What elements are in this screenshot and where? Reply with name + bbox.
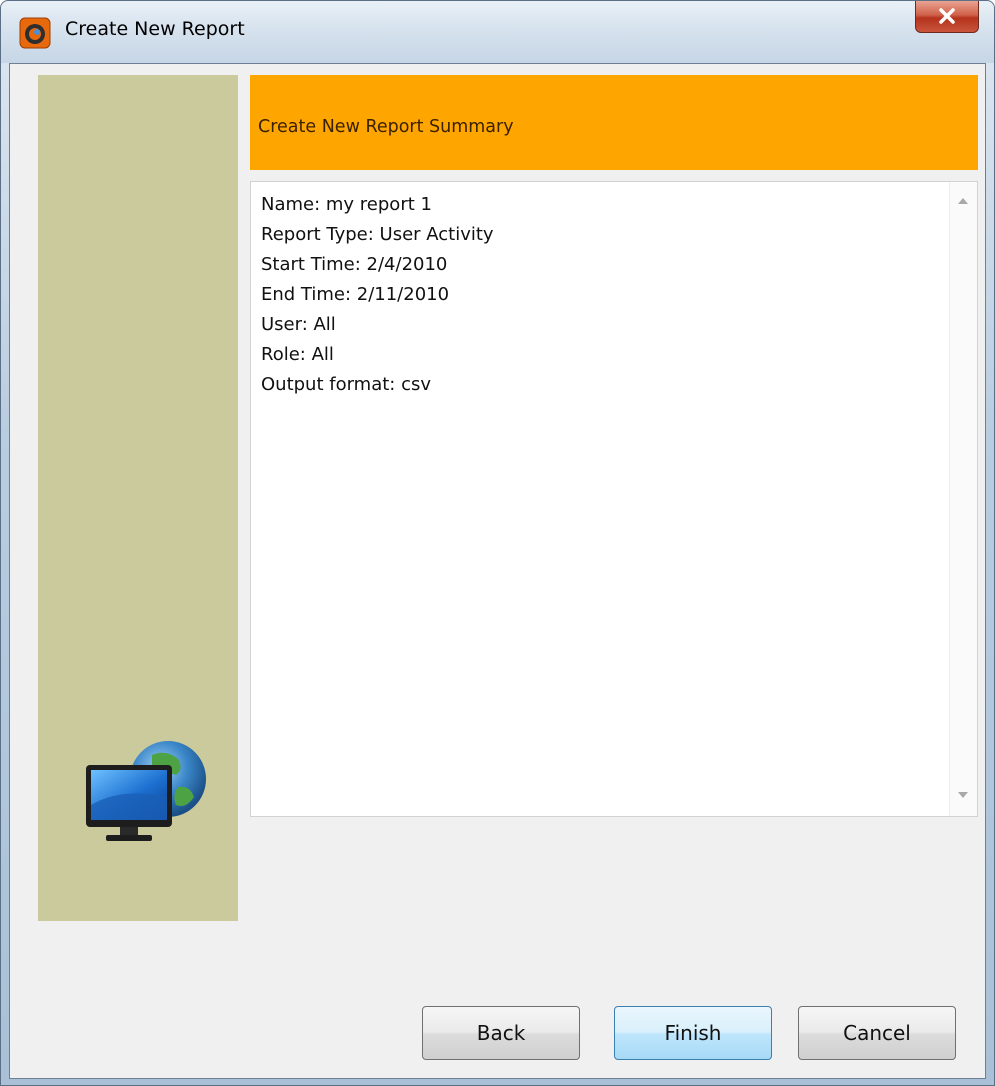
summary-title: Create New Report Summary	[258, 117, 514, 137]
summary-line-user: User: All	[261, 314, 336, 335]
summary-line-start-time: Start Time: 2/4/2010	[261, 254, 448, 275]
close-button[interactable]	[915, 1, 979, 33]
scroll-up-arrow-icon[interactable]	[958, 198, 968, 204]
summary-list: Name: my report 1 Report Type: User Acti…	[261, 190, 941, 400]
back-button[interactable]: Back	[422, 1006, 580, 1060]
summary-line-end-time: End Time: 2/11/2010	[261, 284, 450, 305]
finish-button[interactable]: Finish	[614, 1006, 772, 1060]
dialog-content: Create New Report Summary Name: my repor…	[9, 63, 986, 1079]
summary-line-role: Role: All	[261, 344, 334, 365]
window-title: Create New Report	[65, 18, 245, 40]
summary-header: Create New Report Summary	[250, 75, 978, 170]
summary-line-output-format: Output format: csv	[261, 374, 432, 395]
scroll-down-arrow-icon[interactable]	[958, 792, 968, 798]
dialog-window: Create New Report Create New Report Summ…	[0, 0, 995, 1086]
computer-globe-icon	[86, 741, 206, 841]
title-bar[interactable]: Create New Report	[1, 1, 994, 63]
summary-text-area[interactable]: Name: my report 1 Report Type: User Acti…	[250, 181, 978, 817]
summary-line-name: Name: my report 1	[261, 194, 432, 215]
cancel-button[interactable]: Cancel	[798, 1006, 956, 1060]
vertical-scrollbar[interactable]	[949, 182, 977, 816]
summary-line-report-type: Report Type: User Activity	[261, 224, 494, 245]
close-icon	[939, 8, 955, 24]
side-panel	[38, 75, 238, 921]
app-icon	[19, 17, 51, 49]
